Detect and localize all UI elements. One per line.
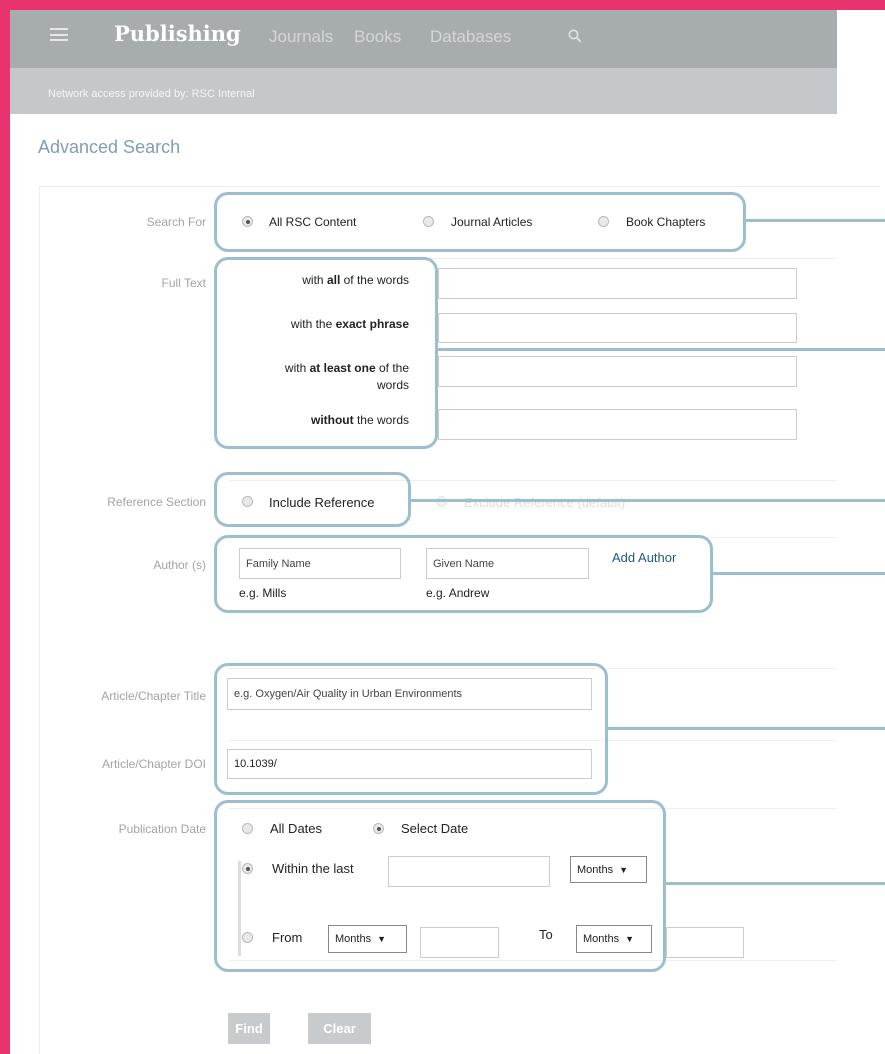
page-title: Advanced Search bbox=[38, 137, 181, 157]
to-year-input[interactable] bbox=[666, 927, 744, 958]
annotation-connector bbox=[438, 348, 885, 351]
publication-date-label: Publication Date bbox=[118, 822, 206, 836]
at-least-one-input[interactable] bbox=[438, 356, 797, 387]
nav-databases[interactable]: Databases bbox=[430, 27, 511, 47]
clear-button[interactable]: Clear bbox=[308, 1013, 371, 1044]
annotation-connector bbox=[746, 219, 885, 222]
hamburger-menu-icon[interactable] bbox=[50, 28, 68, 41]
page: Publishing Journals Books Databases Netw… bbox=[10, 10, 885, 1054]
search-icon[interactable] bbox=[568, 29, 582, 43]
annotation-connector bbox=[411, 499, 885, 502]
exclude-reference-label: Exclude Reference (default) bbox=[464, 495, 626, 510]
annotation-reference bbox=[214, 472, 411, 527]
annotation-author bbox=[214, 535, 713, 613]
annotation-connector bbox=[608, 727, 885, 730]
annotation-article bbox=[214, 663, 608, 795]
network-access-text: Network access provided by: RSC Internal bbox=[48, 88, 255, 100]
reference-section-label: Reference Section bbox=[107, 495, 206, 509]
without-words-input[interactable] bbox=[438, 409, 797, 440]
search-for-label: Search For bbox=[146, 215, 206, 229]
article-title-label: Article/Chapter Title bbox=[101, 689, 206, 703]
annotation-connector bbox=[666, 882, 885, 885]
all-words-input[interactable] bbox=[438, 268, 797, 299]
brand-logo[interactable]: Publishing bbox=[114, 21, 241, 46]
annotation-full-text bbox=[214, 257, 438, 449]
nav-books[interactable]: Books bbox=[354, 27, 401, 47]
annotation-publication-date bbox=[214, 800, 666, 972]
exact-phrase-input[interactable] bbox=[438, 313, 797, 343]
top-navigation-bar: Publishing Journals Books Databases bbox=[10, 10, 837, 68]
full-text-label: Full Text bbox=[161, 276, 206, 290]
annotation-search-for bbox=[214, 192, 746, 252]
nav-journals[interactable]: Journals bbox=[269, 27, 333, 47]
annotation-connector bbox=[713, 572, 885, 575]
find-button[interactable]: Find bbox=[228, 1013, 270, 1044]
author-label: Author (s) bbox=[153, 558, 206, 572]
article-doi-label: Article/Chapter DOI bbox=[101, 757, 206, 771]
